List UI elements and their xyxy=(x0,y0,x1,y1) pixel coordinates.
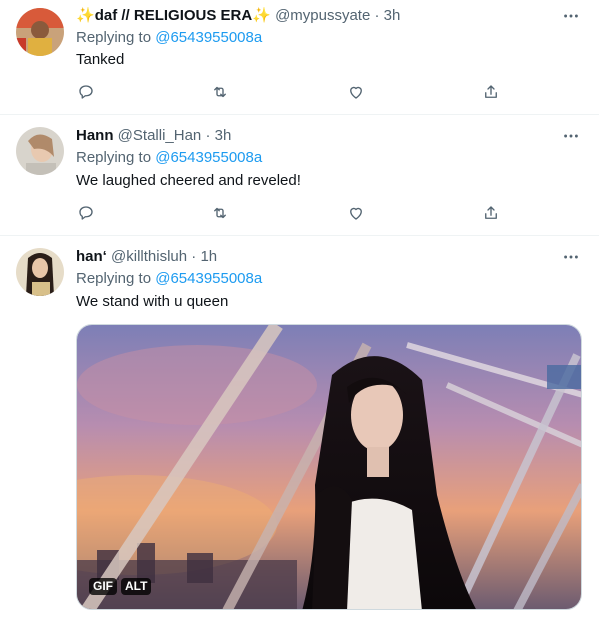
mention-link[interactable]: @6543955008a xyxy=(155,29,262,46)
tweet-text: We stand with u queen xyxy=(76,293,229,310)
user-handle[interactable]: @mypussyate xyxy=(275,7,370,24)
avatar-image xyxy=(16,127,64,175)
user-handle[interactable]: @killthisluh xyxy=(111,248,187,265)
retweet-icon[interactable] xyxy=(210,82,230,102)
gif-media[interactable]: GIF ALT xyxy=(76,324,582,610)
avatar-image xyxy=(16,8,64,56)
reply-icon[interactable] xyxy=(76,203,96,223)
replying-label: Replying to xyxy=(76,149,152,166)
reply-icon[interactable] xyxy=(76,82,96,102)
share-icon[interactable] xyxy=(481,203,501,223)
sparkle-emoji: ✨ xyxy=(252,7,271,24)
replying-to: Replying to @6543955008a xyxy=(76,269,262,289)
more-icon[interactable] xyxy=(561,6,581,26)
avatar-image xyxy=(16,248,64,296)
avatar[interactable] xyxy=(16,8,64,56)
separator-dot: · xyxy=(205,127,211,144)
replying-label: Replying to xyxy=(76,29,152,46)
sparkle-emoji: ✨ xyxy=(76,7,95,24)
tweet-header: han‘ @killthisluh · 1h xyxy=(76,247,559,267)
user-name[interactable]: Hann xyxy=(76,127,114,144)
action-bar xyxy=(76,82,506,102)
mention-link[interactable]: @6543955008a xyxy=(155,149,262,166)
gif-badge: GIF xyxy=(89,578,117,595)
alt-badge[interactable]: ALT xyxy=(121,578,152,595)
like-icon[interactable] xyxy=(346,203,366,223)
tweet-header: ✨daf // RELIGIOUS ERA✨ @mypussyate · 3h xyxy=(76,6,559,26)
retweet-icon[interactable] xyxy=(210,203,230,223)
timestamp[interactable]: 1h xyxy=(200,248,217,265)
like-icon[interactable] xyxy=(346,82,366,102)
timestamp[interactable]: 3h xyxy=(384,7,401,24)
action-bar xyxy=(76,203,506,223)
share-icon[interactable] xyxy=(481,82,501,102)
timestamp[interactable]: 3h xyxy=(215,127,232,144)
avatar[interactable] xyxy=(16,248,64,296)
user-name-text: daf // RELIGIOUS ERA xyxy=(94,7,253,24)
tweet[interactable]: Hann @Stalli_Han · 3h Replying to @65439… xyxy=(0,115,599,236)
gif-image xyxy=(77,325,581,609)
user-name[interactable]: ✨daf // RELIGIOUS ERA✨ xyxy=(76,7,271,24)
replying-to: Replying to @6543955008a xyxy=(76,148,262,168)
avatar[interactable] xyxy=(16,127,64,175)
user-handle[interactable]: @Stalli_Han xyxy=(118,127,202,144)
tweet-header: Hann @Stalli_Han · 3h xyxy=(76,126,559,146)
mention-link[interactable]: @6543955008a xyxy=(155,270,262,287)
tweet-text: We laughed cheered and reveled! xyxy=(76,172,301,189)
separator-dot: · xyxy=(191,248,197,265)
separator-dot: · xyxy=(374,7,380,24)
tweet-text: Tanked xyxy=(76,51,125,68)
tweet[interactable]: ✨daf // RELIGIOUS ERA✨ @mypussyate · 3h … xyxy=(0,0,599,115)
more-icon[interactable] xyxy=(561,247,581,267)
more-icon[interactable] xyxy=(561,126,581,146)
replying-to: Replying to @6543955008a xyxy=(76,28,262,48)
user-name[interactable]: han‘ xyxy=(76,248,107,265)
replying-label: Replying to xyxy=(76,270,152,287)
